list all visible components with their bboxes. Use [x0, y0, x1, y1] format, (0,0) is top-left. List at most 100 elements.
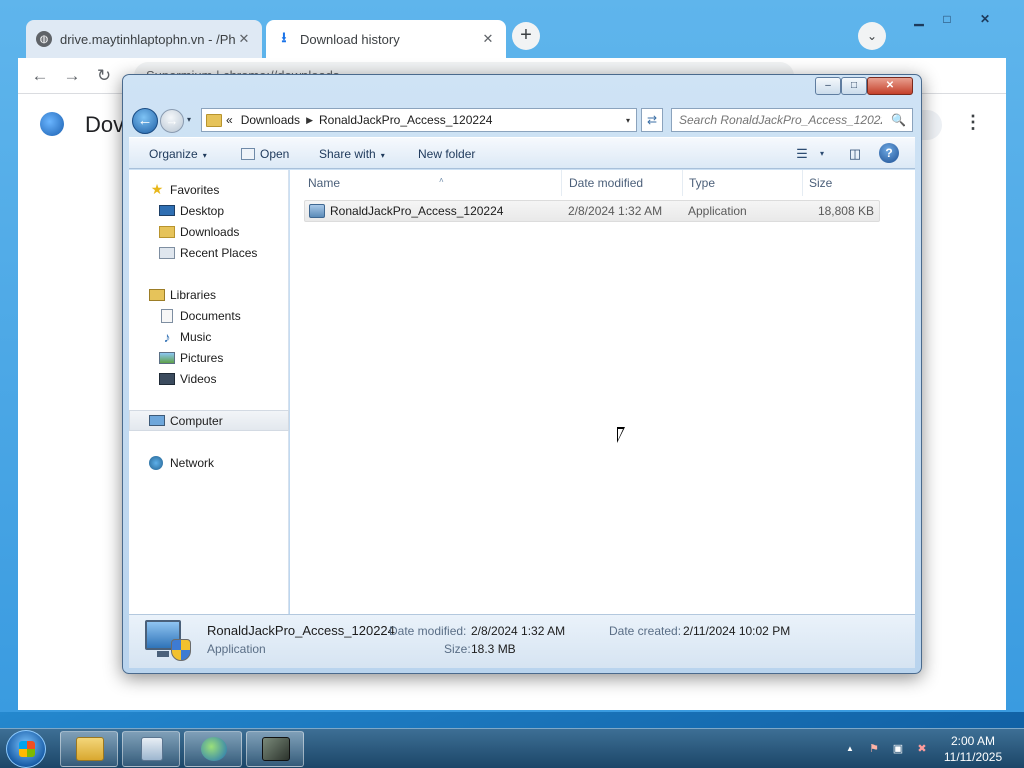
back-button[interactable]: ← [28, 64, 52, 88]
view-dropdown-icon[interactable]: ▾ [815, 144, 829, 164]
taskbar-app[interactable] [246, 731, 304, 767]
minimize-button[interactable]: ▁ [906, 10, 932, 30]
nav-item-network[interactable]: Network [129, 452, 289, 473]
tab-download-history[interactable]: ⭳ Download history ✕ [266, 20, 506, 58]
close-tab-icon[interactable]: ✕ [236, 31, 252, 47]
open-button[interactable]: Open [241, 138, 289, 170]
volume-muted-icon[interactable]: ✖ [914, 741, 930, 757]
nav-item-music[interactable]: ♪ Music [129, 326, 289, 347]
column-header-label: Date modified [569, 176, 644, 190]
file-list: Name ˄ Date modified Type Size RonaldJac… [290, 170, 915, 614]
change-view-icon[interactable]: ☰ [793, 144, 811, 164]
new-folder-label: New folder [418, 147, 476, 161]
new-tab-button[interactable]: + [512, 22, 540, 50]
close-button[interactable]: ✕ [867, 77, 913, 95]
folder-icon [76, 737, 104, 761]
forward-button[interactable]: → [60, 64, 84, 88]
star-icon: ★ [150, 181, 164, 197]
taskbar: ▲ ⚑ ▣ ✖ 2:00 AM 11/11/2025 [0, 728, 1024, 768]
breadcrumb-current-folder[interactable]: RonaldJackPro_Access_120224 [319, 113, 492, 127]
column-header-type[interactable]: Type [683, 170, 803, 196]
breadcrumb-downloads[interactable]: Downloads [241, 113, 300, 127]
recent-locations-dropdown[interactable]: ▾ [187, 115, 191, 124]
search-icon[interactable]: 🔍 [891, 113, 906, 127]
nav-item-videos[interactable]: Videos [129, 368, 289, 389]
details-size: 18.3 MB [471, 642, 516, 656]
taskbar-browser[interactable] [184, 731, 242, 767]
nav-item-label: Downloads [180, 224, 240, 239]
nav-item-label: Music [180, 329, 212, 344]
nav-item-desktop[interactable]: Desktop [129, 200, 289, 221]
minimize-button[interactable]: – [815, 77, 841, 95]
more-options-icon[interactable]: ⋮ [964, 112, 982, 133]
nav-item-label: Favorites [170, 182, 220, 197]
command-bar: Organize ▾ Open Share with ▾ New folder ☰ … [129, 137, 915, 169]
start-button[interactable] [6, 730, 46, 768]
search-box[interactable]: 🔍 [671, 108, 913, 132]
refresh-button[interactable]: ⇄ [641, 108, 663, 132]
tab-search-button[interactable]: ⌄ [858, 22, 886, 50]
nav-item-pictures[interactable]: Pictures [129, 347, 289, 368]
nav-item-recent-places[interactable]: Recent Places [129, 242, 289, 263]
downloads-folder-icon [159, 225, 175, 238]
address-dropdown-icon[interactable]: ▾ [626, 116, 630, 125]
maximize-button[interactable]: □ [934, 10, 960, 30]
show-hidden-icons[interactable]: ▲ [842, 741, 858, 757]
column-header-label: Size [809, 176, 833, 190]
breadcrumb-separator-icon[interactable]: ▶ [306, 115, 313, 126]
nav-item-downloads[interactable]: Downloads [129, 221, 289, 242]
open-icon [241, 148, 255, 160]
details-file-type: Application [207, 642, 266, 656]
preview-pane-icon[interactable]: ◫ [845, 144, 865, 164]
chevron-down-icon: ▾ [380, 151, 385, 160]
share-with-button[interactable]: Share with ▾ [319, 138, 385, 170]
breadcrumb-overflow[interactable]: « [226, 113, 233, 127]
nav-item-computer[interactable]: Computer [129, 410, 289, 431]
recent-places-icon [159, 246, 175, 259]
uac-shield-icon [171, 639, 191, 661]
application-icon [309, 204, 325, 218]
explorer-caption: – □ ✕ [123, 75, 921, 103]
action-center-flag-icon[interactable]: ⚑ [866, 741, 882, 757]
forward-button[interactable]: → [160, 109, 184, 133]
organize-button[interactable]: Organize ▾ [149, 138, 207, 170]
details-size-label: Size: [444, 642, 471, 656]
computer-icon [149, 415, 165, 426]
maximize-button[interactable]: □ [841, 77, 867, 95]
nav-item-label: Computer [170, 413, 223, 428]
details-date-created: 2/11/2024 10:02 PM [683, 624, 791, 638]
organize-label: Organize [149, 147, 198, 161]
help-icon[interactable]: ? [879, 143, 899, 163]
details-pane: RonaldJackPro_Access_120224 Application … [129, 614, 915, 668]
nav-item-label: Recent Places [180, 245, 258, 260]
column-header-size[interactable]: Size [803, 170, 881, 196]
nav-item-label: Network [170, 455, 215, 470]
nav-item-label: Pictures [180, 350, 224, 365]
system-clock[interactable]: 2:00 AM 11/11/2025 [936, 733, 1010, 765]
taskbar-explorer[interactable] [60, 731, 118, 767]
column-header-date-modified[interactable]: Date modified [563, 170, 683, 196]
back-button[interactable]: ← [132, 108, 158, 134]
reload-button[interactable]: ↻ [92, 64, 116, 88]
network-icon [149, 455, 163, 470]
mouse-cursor-icon [617, 427, 625, 443]
document-icon [141, 737, 163, 761]
nav-item-libraries[interactable]: Libraries [129, 284, 289, 305]
nav-item-label: Desktop [180, 203, 225, 218]
taskbar-file[interactable] [122, 731, 180, 767]
network-status-icon[interactable]: ▣ [890, 741, 906, 757]
address-bar[interactable]: « Downloads ▶ RonaldJackPro_Access_12022… [201, 108, 637, 132]
new-folder-button[interactable]: New folder [418, 138, 475, 170]
libraries-icon [149, 288, 165, 301]
nav-item-favorites[interactable]: ★ Favorites [129, 179, 289, 200]
clock-date: 11/11/2025 [943, 750, 1003, 764]
details-date-created-label: Date created: [609, 624, 682, 638]
tab-drive[interactable]: ◍ drive.maytinhlaptophn.vn - /Phầ ✕ [26, 20, 262, 58]
file-row[interactable]: RonaldJackPro_Access_120224 2/8/2024 1:3… [304, 200, 880, 222]
explorer-window: – □ ✕ ← → ▾ « Downloads ▶ RonaldJackPro_… [122, 74, 922, 674]
nav-item-documents[interactable]: Documents [129, 305, 289, 326]
search-input[interactable] [672, 109, 882, 131]
close-tab-icon[interactable]: ✕ [480, 31, 496, 47]
close-window-button[interactable]: ✕ [962, 10, 1008, 30]
column-header-name[interactable]: Name ˄ [302, 170, 562, 196]
